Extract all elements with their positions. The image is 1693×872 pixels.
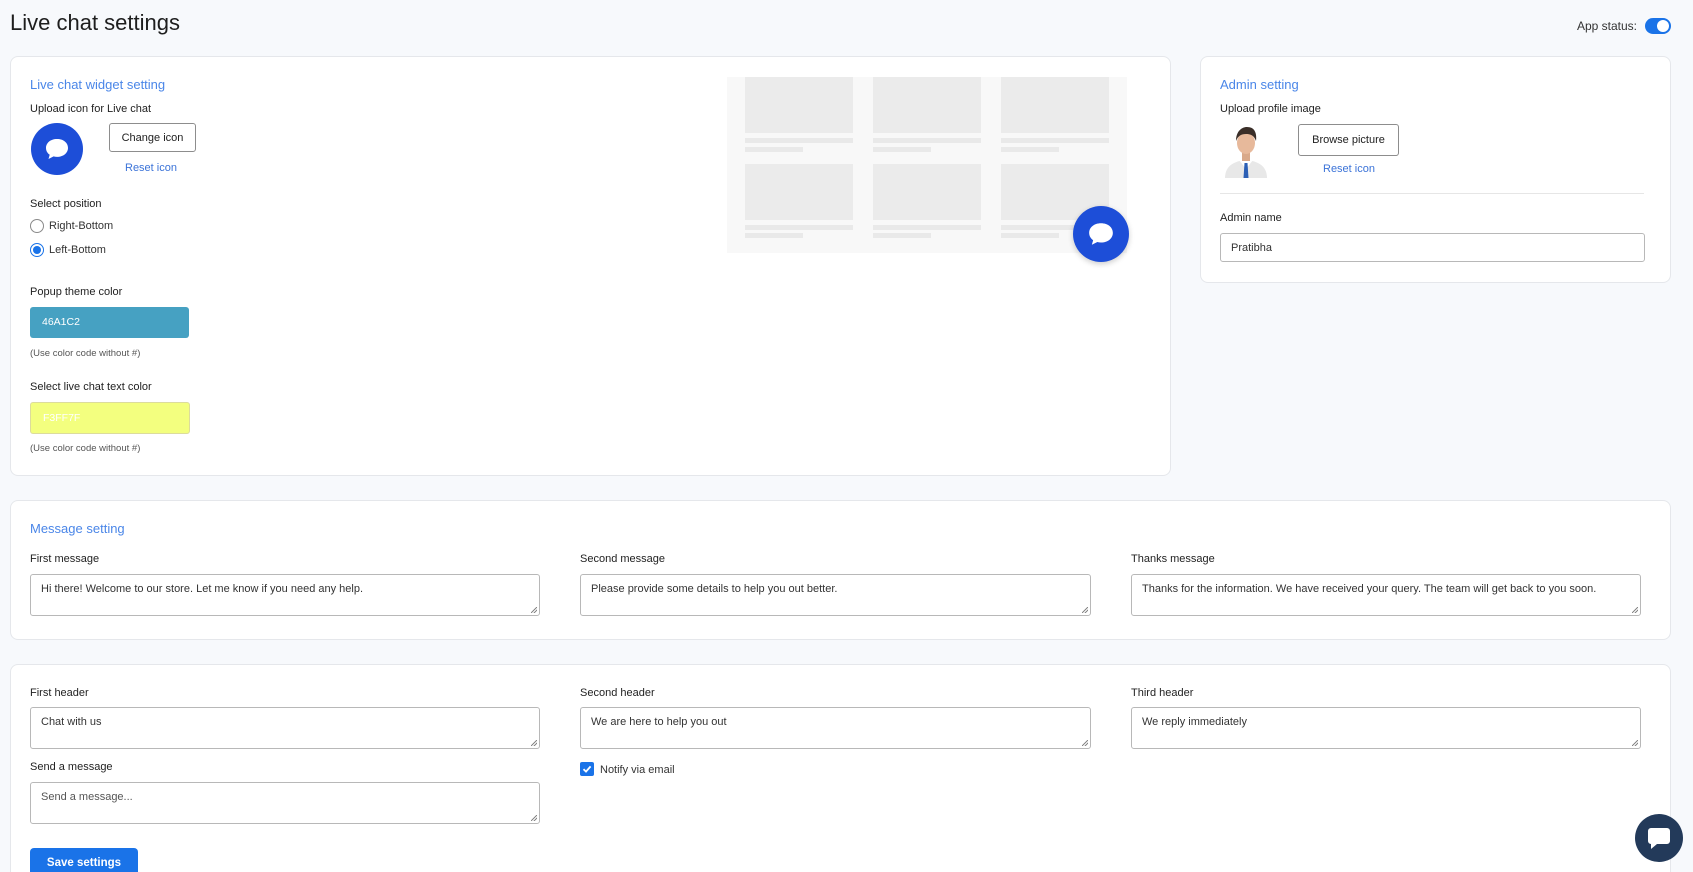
widget-preview xyxy=(727,77,1127,253)
send-message-field[interactable]: Send a message... xyxy=(30,782,540,824)
first-message-label: First message xyxy=(30,553,100,565)
change-icon-button[interactable]: Change icon xyxy=(109,123,196,152)
placeholder-line xyxy=(1001,138,1109,143)
admin-name-label: Admin name xyxy=(1220,212,1282,224)
select-position-label: Select position xyxy=(30,198,102,210)
support-chat-button[interactable] xyxy=(1635,814,1683,862)
first-header-field[interactable]: Chat with us xyxy=(30,707,540,749)
admin-setting-title: Admin setting xyxy=(1220,77,1299,92)
notify-email-label[interactable]: Notify via email xyxy=(600,764,675,776)
position-left-bottom[interactable]: Left-Bottom xyxy=(30,243,106,257)
text-color-label: Select live chat text color xyxy=(30,381,152,393)
text-color-hint: (Use color code without #) xyxy=(30,443,141,454)
save-settings-button[interactable]: Save settings xyxy=(30,848,138,872)
header-setting-card xyxy=(10,664,1671,872)
second-message-label: Second message xyxy=(580,553,665,565)
first-message-field[interactable]: Hi there! Welcome to our store. Let me k… xyxy=(30,574,540,616)
position-right-bottom[interactable]: Right-Bottom xyxy=(30,219,113,233)
thanks-message-field[interactable]: Thanks for the information. We have rece… xyxy=(1131,574,1641,616)
check-icon xyxy=(582,765,592,773)
placeholder-line xyxy=(745,233,803,238)
chat-support-icon xyxy=(1648,828,1670,849)
page-title: Live chat settings xyxy=(10,10,180,35)
theme-color-hint: (Use color code without #) xyxy=(30,348,141,359)
third-header-label: Third header xyxy=(1131,687,1194,699)
placeholder-line xyxy=(1001,147,1059,152)
second-header-label: Second header xyxy=(580,687,655,699)
browse-picture-button[interactable]: Browse picture xyxy=(1298,124,1399,156)
placeholder-line xyxy=(873,225,981,230)
chat-bubble-icon xyxy=(1089,223,1113,245)
theme-color-input[interactable]: 46A1C2 xyxy=(30,307,189,338)
upload-icon-label: Upload icon for Live chat xyxy=(30,103,152,115)
notify-email-checkbox[interactable] xyxy=(580,762,594,776)
radio-left-bottom[interactable] xyxy=(30,243,44,257)
app-status: App status: xyxy=(1577,18,1671,34)
message-setting-title: Message setting xyxy=(30,521,125,536)
widget-setting-title: Live chat widget setting xyxy=(30,77,166,92)
placeholder-line xyxy=(1001,233,1059,238)
placeholder-block xyxy=(745,164,853,220)
placeholder-line xyxy=(745,225,853,230)
theme-color-label: Popup theme color xyxy=(30,286,123,298)
admin-divider xyxy=(1220,193,1644,194)
preview-chat-bubble xyxy=(1073,206,1129,262)
second-message-field[interactable]: Please provide some details to help you … xyxy=(580,574,1091,616)
upload-profile-label: Upload profile image xyxy=(1220,103,1321,115)
placeholder-line xyxy=(873,138,981,143)
text-color-input[interactable]: F3FF7F xyxy=(30,402,190,434)
placeholder-line xyxy=(873,147,931,152)
position-right-bottom-label: Right-Bottom xyxy=(49,220,114,232)
avatar-icon xyxy=(1225,127,1267,178)
radio-right-bottom[interactable] xyxy=(30,219,44,233)
placeholder-line xyxy=(745,138,853,143)
first-header-label: First header xyxy=(30,687,89,699)
chat-bubble-icon xyxy=(46,139,68,159)
placeholder-block xyxy=(873,77,981,133)
reset-admin-icon-link[interactable]: Reset icon xyxy=(1323,163,1375,175)
position-left-bottom-label: Left-Bottom xyxy=(49,244,106,256)
admin-name-input[interactable]: Pratibha xyxy=(1220,233,1645,262)
app-status-label: App status: xyxy=(1576,19,1637,33)
placeholder-block xyxy=(873,164,981,220)
app-status-toggle[interactable] xyxy=(1645,18,1671,34)
placeholder-block xyxy=(1001,77,1109,133)
live-chat-icon xyxy=(31,123,83,175)
reset-widget-icon-link[interactable]: Reset icon xyxy=(125,162,177,174)
second-header-field[interactable]: We are here to help you out xyxy=(580,707,1091,749)
send-message-label: Send a message xyxy=(30,761,113,773)
third-header-field[interactable]: We reply immediately xyxy=(1131,707,1641,749)
placeholder-line xyxy=(873,233,931,238)
message-setting-card xyxy=(10,500,1671,640)
admin-avatar xyxy=(1222,122,1270,178)
placeholder-line xyxy=(745,147,803,152)
placeholder-block xyxy=(745,77,853,133)
thanks-message-label: Thanks message xyxy=(1131,553,1215,565)
